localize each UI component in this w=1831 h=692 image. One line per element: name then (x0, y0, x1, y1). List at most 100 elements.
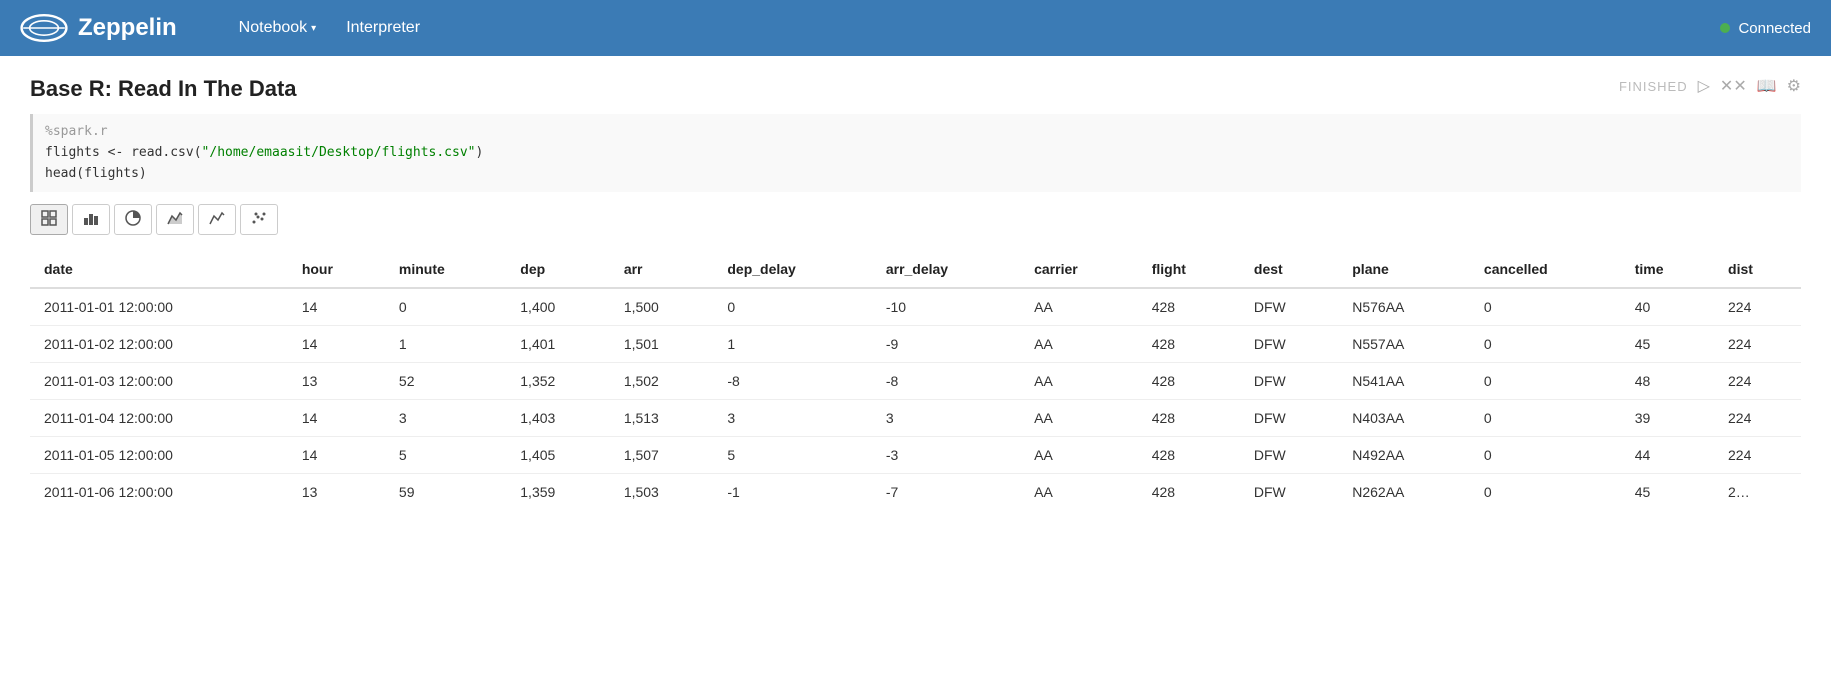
cell-2-10: N541AA (1338, 363, 1470, 400)
col-carrier: carrier (1020, 251, 1138, 288)
navbar: Zeppelin Notebook ▾ Interpreter Connecte… (0, 0, 1831, 56)
settings-icon[interactable]: ⚙ (1787, 76, 1801, 96)
cell-0-10: N576AA (1338, 288, 1470, 326)
finished-status: FINISHED (1619, 79, 1688, 94)
cell-3-11: 0 (1470, 400, 1621, 437)
col-cancelled: cancelled (1470, 251, 1621, 288)
cell-3-1: 14 (288, 400, 385, 437)
cell-3-6: 3 (872, 400, 1020, 437)
cell-2-13: 224 (1714, 363, 1801, 400)
notebook-toolbar-right: FINISHED ▷ ✕✕ 📖 ⚙ (1619, 76, 1801, 96)
run-icon[interactable]: ▷ (1698, 76, 1710, 96)
viz-scatter-button[interactable] (240, 204, 278, 235)
cell-0-5: 0 (713, 288, 871, 326)
cell-1-1: 14 (288, 326, 385, 363)
cell-4-11: 0 (1470, 437, 1621, 474)
col-arr: arr (610, 251, 714, 288)
cell-3-8: 428 (1138, 400, 1240, 437)
cell-4-9: DFW (1240, 437, 1338, 474)
table-row: 2011-01-01 12:00:001401,4001,5000-10AA42… (30, 288, 1801, 326)
table-row: 2011-01-06 12:00:0013591,3591,503-1-7AA4… (30, 474, 1801, 511)
cell-3-9: DFW (1240, 400, 1338, 437)
code-line-1: %spark.r (45, 122, 1789, 143)
notebook-header: Base R: Read In The Data FINISHED ▷ ✕✕ 📖… (30, 76, 1801, 102)
cell-0-1: 14 (288, 288, 385, 326)
cell-1-3: 1,401 (506, 326, 610, 363)
nav-notebook[interactable]: Notebook ▾ (227, 13, 329, 43)
table-row: 2011-01-05 12:00:001451,4051,5075-3AA428… (30, 437, 1801, 474)
cell-4-7: AA (1020, 437, 1138, 474)
col-hour: hour (288, 251, 385, 288)
table-row: 2011-01-03 12:00:0013521,3521,502-8-8AA4… (30, 363, 1801, 400)
cell-5-1: 13 (288, 474, 385, 511)
bookmark-icon[interactable]: 📖 (1757, 76, 1777, 96)
viz-area-button[interactable] (156, 204, 194, 235)
col-dep-delay: dep_delay (713, 251, 871, 288)
navbar-nav: Notebook ▾ Interpreter (227, 13, 432, 43)
cell-1-11: 0 (1470, 326, 1621, 363)
cell-4-6: -3 (872, 437, 1020, 474)
cell-3-3: 1,403 (506, 400, 610, 437)
cell-2-9: DFW (1240, 363, 1338, 400)
col-plane: plane (1338, 251, 1470, 288)
status-label: Connected (1738, 20, 1811, 37)
cell-4-10: N492AA (1338, 437, 1470, 474)
cell-3-12: 39 (1621, 400, 1714, 437)
cell-5-10: N262AA (1338, 474, 1470, 511)
cell-2-0: 2011-01-03 12:00:00 (30, 363, 288, 400)
table-header-row: date hour minute dep arr dep_delay arr_d… (30, 251, 1801, 288)
cell-3-10: N403AA (1338, 400, 1470, 437)
cell-4-13: 224 (1714, 437, 1801, 474)
cell-3-5: 3 (713, 400, 871, 437)
cell-5-11: 0 (1470, 474, 1621, 511)
connection-status: Connected (1720, 20, 1811, 37)
line-chart-icon (209, 210, 225, 226)
cell-4-0: 2011-01-05 12:00:00 (30, 437, 288, 474)
cell-0-13: 224 (1714, 288, 1801, 326)
brand-logo[interactable]: Zeppelin (20, 10, 177, 46)
col-arr-delay: arr_delay (872, 251, 1020, 288)
cell-0-0: 2011-01-01 12:00:00 (30, 288, 288, 326)
code-line-2: flights <- read.csv("/home/emaasit/Deskt… (45, 143, 1789, 164)
cell-0-3: 1,400 (506, 288, 610, 326)
cell-5-3: 1,359 (506, 474, 610, 511)
cell-1-8: 428 (1138, 326, 1240, 363)
cell-1-9: DFW (1240, 326, 1338, 363)
data-table: date hour minute dep arr dep_delay arr_d… (30, 251, 1801, 510)
cell-2-11: 0 (1470, 363, 1621, 400)
stop-icon[interactable]: ✕✕ (1720, 76, 1747, 96)
viz-table-button[interactable] (30, 204, 68, 235)
col-minute: minute (385, 251, 506, 288)
cell-4-2: 5 (385, 437, 506, 474)
cell-2-2: 52 (385, 363, 506, 400)
viz-pie-button[interactable] (114, 204, 152, 235)
viz-bar-button[interactable] (72, 204, 110, 235)
cell-1-0: 2011-01-02 12:00:00 (30, 326, 288, 363)
cell-0-6: -10 (872, 288, 1020, 326)
col-flight: flight (1138, 251, 1240, 288)
cell-1-6: -9 (872, 326, 1020, 363)
nav-interpreter[interactable]: Interpreter (334, 13, 432, 43)
table-row: 2011-01-02 12:00:001411,4011,5011-9AA428… (30, 326, 1801, 363)
cell-4-5: 5 (713, 437, 871, 474)
cell-2-8: 428 (1138, 363, 1240, 400)
cell-5-13: 2… (1714, 474, 1801, 511)
viz-toolbar (30, 204, 1801, 235)
col-time: time (1621, 251, 1714, 288)
cell-4-8: 428 (1138, 437, 1240, 474)
code-block: %spark.r flights <- read.csv("/home/emaa… (30, 114, 1801, 192)
cell-2-1: 13 (288, 363, 385, 400)
cell-0-8: 428 (1138, 288, 1240, 326)
cell-4-3: 1,405 (506, 437, 610, 474)
cell-1-13: 224 (1714, 326, 1801, 363)
scatter-chart-icon (251, 210, 267, 226)
cell-2-6: -8 (872, 363, 1020, 400)
cell-3-4: 1,513 (610, 400, 714, 437)
cell-1-4: 1,501 (610, 326, 714, 363)
cell-2-4: 1,502 (610, 363, 714, 400)
viz-line-button[interactable] (198, 204, 236, 235)
cell-0-12: 40 (1621, 288, 1714, 326)
cell-3-2: 3 (385, 400, 506, 437)
zeppelin-logo-icon (20, 10, 68, 46)
cell-0-9: DFW (1240, 288, 1338, 326)
